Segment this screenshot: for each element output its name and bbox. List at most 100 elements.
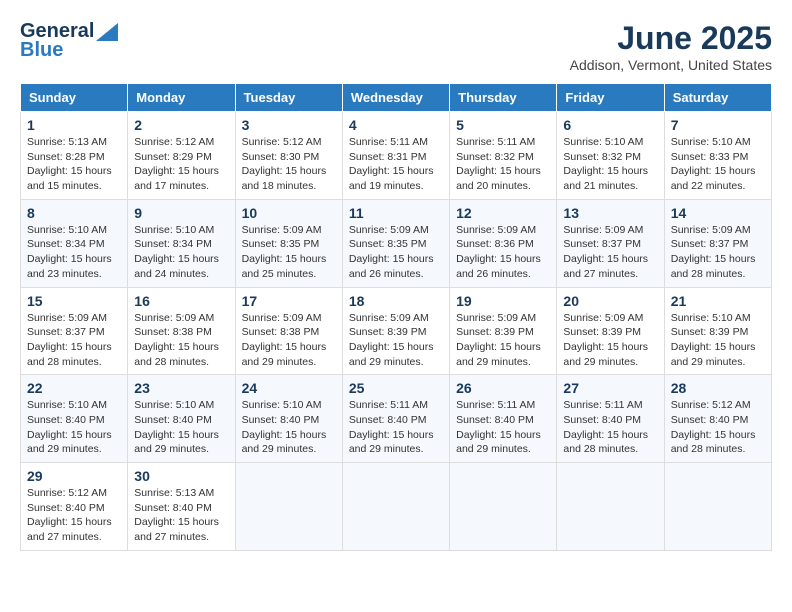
logo: General Blue xyxy=(20,20,120,62)
calendar-cell: 10 Sunrise: 5:09 AM Sunset: 8:35 PM Dayl… xyxy=(235,199,342,287)
weekday-header-thursday: Thursday xyxy=(450,84,557,112)
calendar-table: SundayMondayTuesdayWednesdayThursdayFrid… xyxy=(20,83,772,551)
weekday-header-sunday: Sunday xyxy=(21,84,128,112)
logo-blue-text: Blue xyxy=(20,39,63,62)
calendar-cell: 12 Sunrise: 5:09 AM Sunset: 8:36 PM Dayl… xyxy=(450,199,557,287)
day-number: 30 xyxy=(134,468,228,484)
day-info: Sunrise: 5:11 AM Sunset: 8:40 PM Dayligh… xyxy=(349,398,443,457)
weekday-header-saturday: Saturday xyxy=(664,84,771,112)
day-info: Sunrise: 5:11 AM Sunset: 8:32 PM Dayligh… xyxy=(456,135,550,194)
day-info: Sunrise: 5:09 AM Sunset: 8:39 PM Dayligh… xyxy=(563,311,657,370)
calendar-cell xyxy=(450,463,557,551)
calendar-week-row: 15 Sunrise: 5:09 AM Sunset: 8:37 PM Dayl… xyxy=(21,287,772,375)
calendar-week-row: 1 Sunrise: 5:13 AM Sunset: 8:28 PM Dayli… xyxy=(21,112,772,200)
calendar-cell: 15 Sunrise: 5:09 AM Sunset: 8:37 PM Dayl… xyxy=(21,287,128,375)
calendar-week-row: 22 Sunrise: 5:10 AM Sunset: 8:40 PM Dayl… xyxy=(21,375,772,463)
day-number: 22 xyxy=(27,380,121,396)
day-number: 2 xyxy=(134,117,228,133)
calendar-cell: 1 Sunrise: 5:13 AM Sunset: 8:28 PM Dayli… xyxy=(21,112,128,200)
calendar-cell: 17 Sunrise: 5:09 AM Sunset: 8:38 PM Dayl… xyxy=(235,287,342,375)
day-info: Sunrise: 5:10 AM Sunset: 8:33 PM Dayligh… xyxy=(671,135,765,194)
calendar-cell: 30 Sunrise: 5:13 AM Sunset: 8:40 PM Dayl… xyxy=(128,463,235,551)
day-info: Sunrise: 5:09 AM Sunset: 8:39 PM Dayligh… xyxy=(456,311,550,370)
day-info: Sunrise: 5:09 AM Sunset: 8:37 PM Dayligh… xyxy=(563,223,657,282)
day-number: 28 xyxy=(671,380,765,396)
day-info: Sunrise: 5:10 AM Sunset: 8:34 PM Dayligh… xyxy=(27,223,121,282)
day-number: 9 xyxy=(134,205,228,221)
day-number: 5 xyxy=(456,117,550,133)
day-info: Sunrise: 5:10 AM Sunset: 8:40 PM Dayligh… xyxy=(134,398,228,457)
weekday-header-friday: Friday xyxy=(557,84,664,112)
calendar-cell: 6 Sunrise: 5:10 AM Sunset: 8:32 PM Dayli… xyxy=(557,112,664,200)
calendar-cell: 4 Sunrise: 5:11 AM Sunset: 8:31 PM Dayli… xyxy=(342,112,449,200)
day-number: 29 xyxy=(27,468,121,484)
calendar-cell: 28 Sunrise: 5:12 AM Sunset: 8:40 PM Dayl… xyxy=(664,375,771,463)
calendar-cell xyxy=(664,463,771,551)
calendar-cell: 5 Sunrise: 5:11 AM Sunset: 8:32 PM Dayli… xyxy=(450,112,557,200)
calendar-cell: 29 Sunrise: 5:12 AM Sunset: 8:40 PM Dayl… xyxy=(21,463,128,551)
calendar-cell: 18 Sunrise: 5:09 AM Sunset: 8:39 PM Dayl… xyxy=(342,287,449,375)
calendar-cell: 11 Sunrise: 5:09 AM Sunset: 8:35 PM Dayl… xyxy=(342,199,449,287)
day-number: 14 xyxy=(671,205,765,221)
day-info: Sunrise: 5:10 AM Sunset: 8:32 PM Dayligh… xyxy=(563,135,657,194)
day-number: 17 xyxy=(242,293,336,309)
weekday-header-row: SundayMondayTuesdayWednesdayThursdayFrid… xyxy=(21,84,772,112)
calendar-cell xyxy=(557,463,664,551)
calendar-cell: 24 Sunrise: 5:10 AM Sunset: 8:40 PM Dayl… xyxy=(235,375,342,463)
day-info: Sunrise: 5:13 AM Sunset: 8:28 PM Dayligh… xyxy=(27,135,121,194)
day-info: Sunrise: 5:11 AM Sunset: 8:31 PM Dayligh… xyxy=(349,135,443,194)
weekday-header-monday: Monday xyxy=(128,84,235,112)
calendar-cell: 8 Sunrise: 5:10 AM Sunset: 8:34 PM Dayli… xyxy=(21,199,128,287)
day-info: Sunrise: 5:09 AM Sunset: 8:36 PM Dayligh… xyxy=(456,223,550,282)
calendar-cell: 7 Sunrise: 5:10 AM Sunset: 8:33 PM Dayli… xyxy=(664,112,771,200)
day-number: 11 xyxy=(349,205,443,221)
calendar-cell: 3 Sunrise: 5:12 AM Sunset: 8:30 PM Dayli… xyxy=(235,112,342,200)
day-info: Sunrise: 5:09 AM Sunset: 8:38 PM Dayligh… xyxy=(134,311,228,370)
day-info: Sunrise: 5:11 AM Sunset: 8:40 PM Dayligh… xyxy=(563,398,657,457)
day-info: Sunrise: 5:13 AM Sunset: 8:40 PM Dayligh… xyxy=(134,486,228,545)
calendar-cell: 9 Sunrise: 5:10 AM Sunset: 8:34 PM Dayli… xyxy=(128,199,235,287)
day-info: Sunrise: 5:11 AM Sunset: 8:40 PM Dayligh… xyxy=(456,398,550,457)
day-number: 6 xyxy=(563,117,657,133)
day-info: Sunrise: 5:12 AM Sunset: 8:29 PM Dayligh… xyxy=(134,135,228,194)
day-number: 13 xyxy=(563,205,657,221)
day-number: 21 xyxy=(671,293,765,309)
day-info: Sunrise: 5:09 AM Sunset: 8:38 PM Dayligh… xyxy=(242,311,336,370)
location: Addison, Vermont, United States xyxy=(570,57,772,73)
day-info: Sunrise: 5:10 AM Sunset: 8:34 PM Dayligh… xyxy=(134,223,228,282)
calendar-cell: 27 Sunrise: 5:11 AM Sunset: 8:40 PM Dayl… xyxy=(557,375,664,463)
day-info: Sunrise: 5:12 AM Sunset: 8:40 PM Dayligh… xyxy=(27,486,121,545)
calendar-cell xyxy=(342,463,449,551)
weekday-header-tuesday: Tuesday xyxy=(235,84,342,112)
calendar-cell: 16 Sunrise: 5:09 AM Sunset: 8:38 PM Dayl… xyxy=(128,287,235,375)
day-number: 24 xyxy=(242,380,336,396)
day-info: Sunrise: 5:10 AM Sunset: 8:39 PM Dayligh… xyxy=(671,311,765,370)
day-info: Sunrise: 5:09 AM Sunset: 8:37 PM Dayligh… xyxy=(671,223,765,282)
day-number: 23 xyxy=(134,380,228,396)
title-area: June 2025 Addison, Vermont, United State… xyxy=(570,20,772,73)
month-year: June 2025 xyxy=(570,20,772,57)
weekday-header-wednesday: Wednesday xyxy=(342,84,449,112)
calendar-cell: 25 Sunrise: 5:11 AM Sunset: 8:40 PM Dayl… xyxy=(342,375,449,463)
calendar-week-row: 8 Sunrise: 5:10 AM Sunset: 8:34 PM Dayli… xyxy=(21,199,772,287)
calendar-cell: 22 Sunrise: 5:10 AM Sunset: 8:40 PM Dayl… xyxy=(21,375,128,463)
day-number: 3 xyxy=(242,117,336,133)
day-info: Sunrise: 5:12 AM Sunset: 8:30 PM Dayligh… xyxy=(242,135,336,194)
calendar-cell xyxy=(235,463,342,551)
day-number: 10 xyxy=(242,205,336,221)
day-number: 25 xyxy=(349,380,443,396)
day-number: 8 xyxy=(27,205,121,221)
calendar-cell: 21 Sunrise: 5:10 AM Sunset: 8:39 PM Dayl… xyxy=(664,287,771,375)
logo-icon xyxy=(96,23,118,41)
day-info: Sunrise: 5:09 AM Sunset: 8:35 PM Dayligh… xyxy=(349,223,443,282)
day-number: 19 xyxy=(456,293,550,309)
day-info: Sunrise: 5:09 AM Sunset: 8:37 PM Dayligh… xyxy=(27,311,121,370)
day-number: 15 xyxy=(27,293,121,309)
day-number: 18 xyxy=(349,293,443,309)
calendar-cell: 26 Sunrise: 5:11 AM Sunset: 8:40 PM Dayl… xyxy=(450,375,557,463)
day-info: Sunrise: 5:09 AM Sunset: 8:35 PM Dayligh… xyxy=(242,223,336,282)
day-number: 12 xyxy=(456,205,550,221)
day-number: 26 xyxy=(456,380,550,396)
header: General Blue June 2025 Addison, Vermont,… xyxy=(20,20,772,73)
day-number: 16 xyxy=(134,293,228,309)
